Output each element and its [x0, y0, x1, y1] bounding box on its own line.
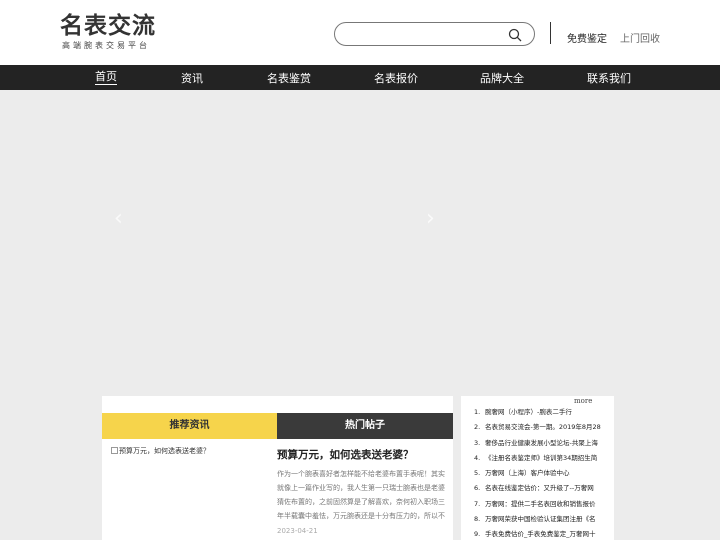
sidebar-list-panel: more 1. 腕奢网（小程序）-腕表二手行 2. 名表贸易交流会-第一期。2019… — [461, 396, 614, 540]
chevron-right-icon[interactable]: › — [426, 206, 435, 231]
more-link[interactable]: more — [574, 397, 592, 405]
article-image-alt: 预算万元，如何选表送老婆？ — [119, 447, 210, 455]
list-item[interactable]: 3. 奢侈品行业健康发展小型论坛-共聚上海 — [474, 436, 612, 451]
nav-item-watch-appreciation[interactable]: 名表鉴赏 — [267, 70, 311, 86]
free-appraisal-link[interactable]: 免费鉴定 — [567, 30, 607, 45]
logo-subtitle: 高端腕表交易平台 — [62, 41, 150, 50]
nav-item-brands[interactable]: 品牌大全 — [480, 70, 524, 86]
search-input[interactable] — [345, 26, 505, 42]
list-item[interactable]: 1. 腕奢网（小程序）-腕表二手行 — [474, 405, 612, 420]
article-title[interactable]: 预算万元，如何选表送老婆？ — [277, 447, 414, 462]
list-item[interactable]: 9. 手表免费估价_手表免费鉴定_万奢网十 — [474, 527, 612, 540]
broken-image-icon — [111, 447, 118, 454]
list-item[interactable]: 8. 万奢网荣获中国检验认证集团注册《名 — [474, 512, 612, 527]
list-item[interactable]: 6. 名表在线鉴定估价：又升级了--万奢网 — [474, 481, 612, 496]
header-divider — [550, 22, 551, 44]
news-panel: 推荐资讯 热门帖子 预算万元，如何选表送老婆？ 预算万元，如何选表送老婆？ 作为… — [102, 396, 453, 540]
list-item[interactable]: 7. 万奢网：提供二手名表回收和销售报价 — [474, 497, 612, 512]
site-logo[interactable]: 名表交流 高端腕表交易平台 — [60, 13, 160, 53]
article-date: 2023-04-21 — [277, 527, 318, 535]
chevron-left-icon[interactable]: ‹ — [114, 206, 123, 231]
banner-carousel: ‹ › — [0, 90, 720, 380]
tab-recommended[interactable]: 推荐资讯 — [102, 413, 277, 439]
top-header: 名表交流 高端腕表交易平台 免费鉴定 上门回收 — [0, 0, 720, 65]
search-icon[interactable] — [508, 27, 522, 42]
article-image[interactable]: 预算万元，如何选表送老婆？ — [111, 446, 210, 456]
list-item[interactable]: 2. 名表贸易交流会-第一期。2019年8月28 — [474, 420, 612, 435]
tab-hot-posts[interactable]: 热门帖子 — [277, 413, 453, 439]
sidebar-list: 1. 腕奢网（小程序）-腕表二手行 2. 名表贸易交流会-第一期。2019年8月28… — [474, 405, 612, 540]
nav-item-watch-prices[interactable]: 名表报价 — [374, 70, 418, 86]
list-item[interactable]: 5. 万奢网（上海）客户体验中心 — [474, 466, 612, 481]
article-description: 作为一个腕表喜好者怎样能不给老婆布置手表呢！其实就像上一篇作业写的，我人生第一只… — [277, 470, 445, 520]
nav-item-contact[interactable]: 联系我们 — [587, 70, 631, 86]
main-nav: 首页 资讯 名表鉴赏 名表报价 品牌大全 联系我们 — [0, 65, 720, 90]
logo-title: 名表交流 — [60, 13, 156, 39]
nav-item-home[interactable]: 首页 — [95, 70, 117, 85]
recycle-link[interactable]: 上门回收 — [620, 30, 660, 45]
search-box — [334, 22, 535, 46]
list-item[interactable]: 4. 《注册名表鉴定师》培训第34期招生简 — [474, 451, 612, 466]
nav-item-news[interactable]: 资讯 — [181, 70, 203, 86]
